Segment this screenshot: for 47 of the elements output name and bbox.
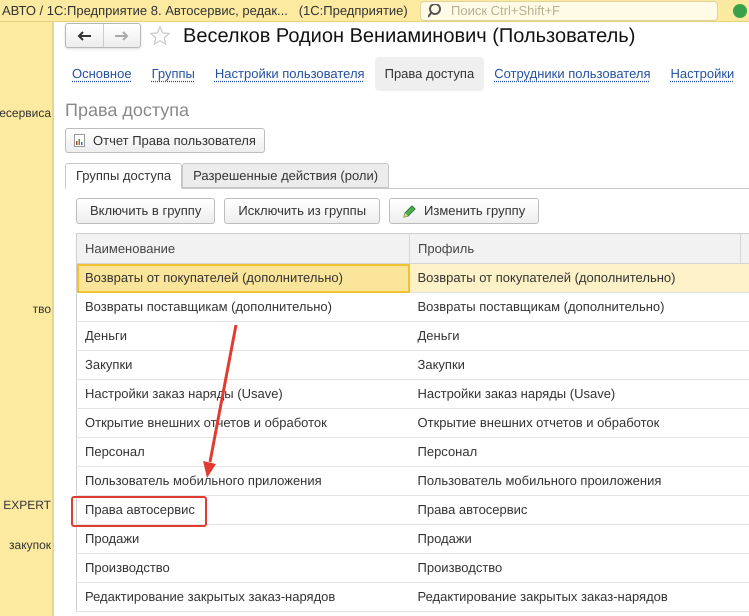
table-cell[interactable]: Закупки	[410, 350, 740, 380]
table-cell[interactable]: Права автосервис	[76, 496, 410, 524]
table-cell[interactable]: Возвраты поставщикам (дополнительно)	[410, 292, 740, 322]
table-cell[interactable]: Редактирование закрытых заказ-нарядов	[76, 582, 410, 612]
table-cell[interactable]: Персонал	[410, 438, 740, 466]
table-cell[interactable]: Открытие внешних отчетов и обработок	[410, 408, 740, 438]
search-icon	[428, 4, 444, 18]
sidebar-item[interactable]: есервиса	[0, 104, 52, 122]
tab[interactable]: Разрешенные действия (роли)	[182, 163, 390, 188]
sidebar-item[interactable]: закупок	[9, 536, 52, 554]
table-cell[interactable]: Возвраты от покупателей (дополнительно)	[76, 264, 410, 292]
nav-tab[interactable]: Настройки	[660, 57, 744, 91]
section-title: Права доступа	[65, 99, 190, 121]
table-cell[interactable]: Производство	[410, 554, 740, 582]
table-cell[interactable]: Деньги	[410, 322, 740, 350]
table-cell[interactable]: Настройки заказ наряды (Usave)	[410, 380, 740, 408]
pencil-icon	[403, 204, 416, 218]
report-button[interactable]: Отчет Права пользователя	[65, 128, 265, 153]
table-cell[interactable]: Права автосервис	[410, 496, 740, 524]
left-arrow-icon	[77, 30, 92, 40]
toolbar-button[interactable]: Включить в группу	[76, 198, 216, 224]
report-icon	[74, 134, 85, 147]
table-cell[interactable]: Продажи	[76, 524, 410, 554]
sidebar-item[interactable]: EXPERT	[3, 496, 52, 514]
right-arrow-icon	[114, 30, 129, 40]
nav-tab[interactable]: Основное	[62, 57, 142, 91]
toolbar-button[interactable]: Изменить группу	[389, 198, 540, 224]
star-icon[interactable]	[149, 24, 171, 46]
tab[interactable]: Группы доступа	[65, 163, 182, 189]
search-field[interactable]: Поиск Ctrl+Shift+F	[420, 0, 718, 20]
nav-tab[interactable]: Права доступа	[374, 57, 484, 91]
table-cell[interactable]: Закупки	[76, 350, 410, 380]
table-cell[interactable]: Продажи	[410, 524, 740, 554]
nav-tab[interactable]: Группы	[142, 57, 205, 91]
app-title: АВТО / 1С:Предприятие 8. Автосервис, редак... (1С:Предприятие)	[1, 2, 409, 20]
window-title: Веселков Родион Вениаминович (Пользователь)	[183, 24, 636, 48]
table-cell[interactable]: Деньги	[76, 322, 410, 350]
table-cell[interactable]: Возвраты от покупателей (дополнительно)	[410, 264, 740, 292]
table-cell[interactable]: Возвраты поставщикам (дополнительно)	[76, 292, 410, 322]
table-cell[interactable]: Производство	[76, 554, 410, 582]
status-icon[interactable]	[733, 4, 747, 18]
nav-tab[interactable]: Сотрудники пользователя	[484, 57, 661, 91]
sidebar-item[interactable]: тво	[32, 300, 52, 318]
table-cell[interactable]: Редактирование закрытых заказ-нарядов	[410, 582, 740, 612]
nav-tab[interactable]: Настройки пользователя	[204, 57, 375, 91]
table-cell[interactable]: Пользователь мобильного проиложения	[410, 466, 740, 496]
toolbar-button[interactable]: Исключить из группы	[224, 198, 380, 224]
